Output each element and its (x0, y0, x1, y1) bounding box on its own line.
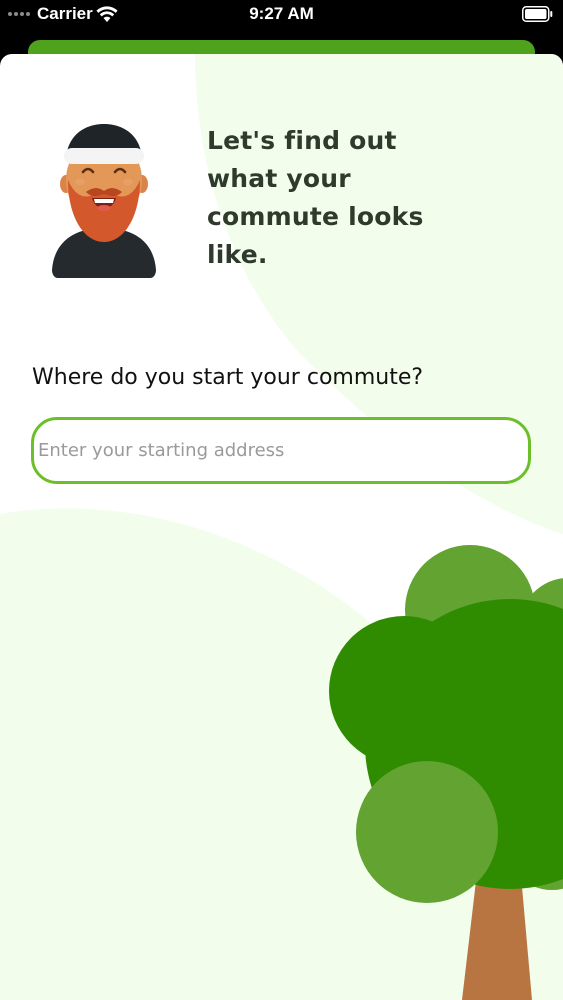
start-question-label: Where do you start your commute? (32, 365, 424, 390)
status-bar: Carrier 9:27 AM (0, 0, 563, 30)
battery-icon (522, 6, 553, 22)
avatar-icon (52, 124, 156, 278)
tree-icon (329, 545, 563, 1000)
commute-sheet: Let's find out what your commute looks l… (0, 54, 563, 1000)
app-screen: Carrier 9:27 AM Let's find out what your… (0, 0, 563, 1000)
clock: 9:27 AM (249, 4, 314, 23)
intro-heading: Let's find out what your commute looks l… (207, 126, 424, 269)
starting-address-input[interactable] (31, 417, 531, 484)
